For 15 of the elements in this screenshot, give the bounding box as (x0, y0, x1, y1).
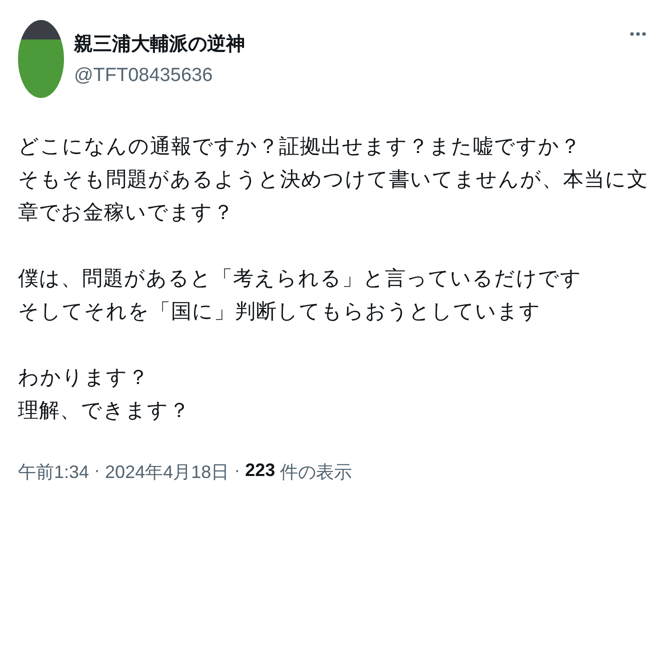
view-count: 223 (245, 460, 276, 482)
views-label: 件の表示 (280, 461, 352, 484)
post-time[interactable]: 午前1:34 (18, 460, 90, 484)
user-handle[interactable]: @TFT08435636 (74, 65, 620, 87)
post-date[interactable]: 2024年4月18日 (105, 460, 230, 484)
separator-dot: · (94, 460, 100, 482)
tweet-text-line: わかります？ (18, 365, 150, 391)
separator-dot: · (234, 460, 240, 482)
tweet-text-line: どこになんの通報ですか？証拠出せます？また嘘ですか？ (18, 134, 582, 160)
tweet-text-line: 理解、できます？ (18, 398, 191, 424)
more-options-icon[interactable] (630, 32, 646, 36)
tweet-text-line: そしてそれを「国に」判断してもらおうとしています (18, 299, 542, 325)
display-name[interactable]: 親三浦大輔派の逆神 (74, 31, 620, 57)
tweet-text-line: 僕は、問題があると「考えられる」と言っているだけです (18, 266, 583, 292)
tweet-text-line: そもそも問題があるようと決めつけて書いてませんが、本当に文章でお金稼いでます？ (18, 167, 648, 226)
